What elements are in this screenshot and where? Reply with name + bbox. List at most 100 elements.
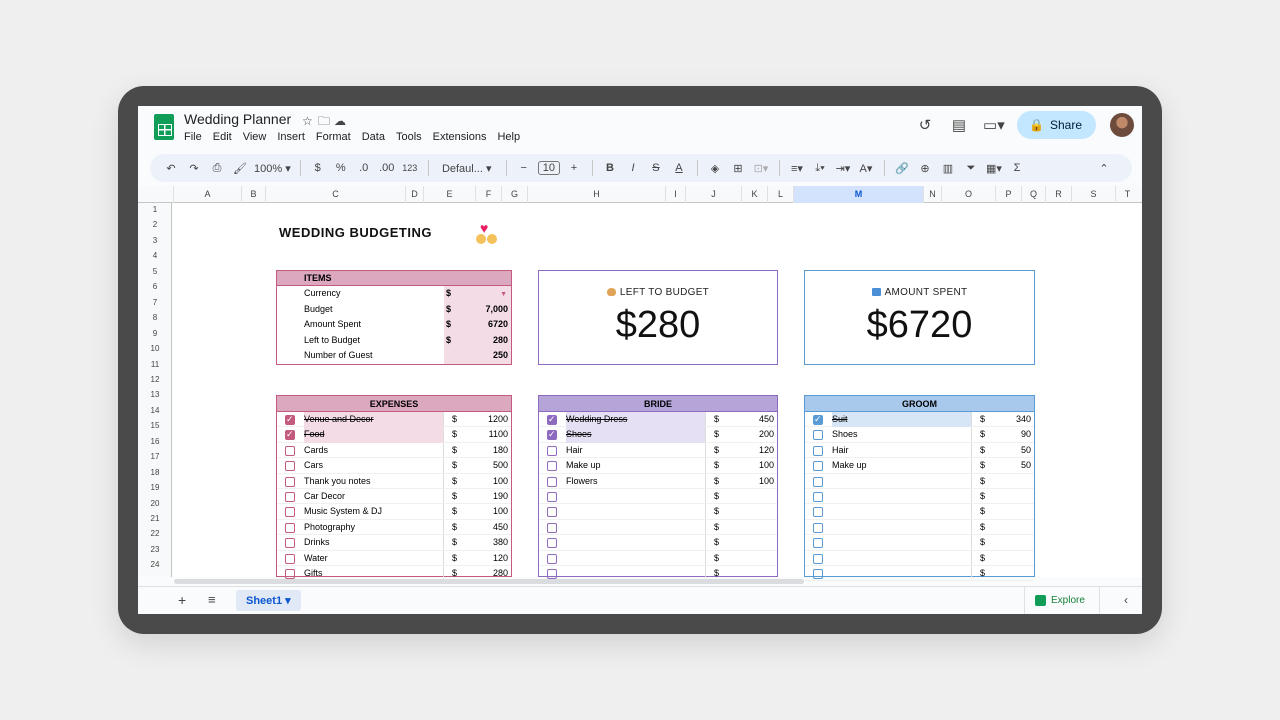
column-header-s[interactable]: S	[1071, 186, 1115, 203]
amount[interactable]: 100	[759, 458, 774, 473]
comments-icon[interactable]: ▤	[949, 116, 969, 134]
menu-item-edit[interactable]: Edit	[213, 131, 232, 143]
checkbox[interactable]	[285, 461, 295, 472]
row-header[interactable]: 14	[138, 406, 172, 415]
item-name[interactable]: Food	[304, 427, 443, 443]
item-name[interactable]: Shoes	[566, 427, 705, 443]
version-history-icon[interactable]: ↺	[915, 116, 935, 134]
row-header[interactable]: 1	[138, 205, 172, 214]
text-wrap-icon[interactable]: ⇥▾	[834, 162, 852, 175]
add-sheet-icon[interactable]: +	[178, 592, 186, 608]
amount[interactable]: 450	[759, 412, 774, 427]
side-panel-toggle-icon[interactable]: ‹	[1124, 593, 1128, 607]
item-name[interactable]	[566, 535, 705, 550]
text-rotation-icon[interactable]: A▾	[857, 162, 875, 175]
row-header[interactable]: 20	[138, 499, 172, 508]
cloud-status-icon[interactable]: ☁	[334, 114, 350, 128]
item-name[interactable]: Venue and Decor	[304, 412, 443, 428]
amount[interactable]: 190	[493, 489, 508, 504]
column-header-a[interactable]: A	[173, 186, 241, 203]
amount[interactable]: 180	[493, 443, 508, 458]
item-name[interactable]: Make up	[832, 458, 971, 473]
dropdown-arrow-icon[interactable]: ▼	[500, 287, 507, 303]
italic-icon[interactable]: I	[624, 162, 642, 174]
item-name[interactable]: Shoes	[832, 427, 971, 442]
checkbox[interactable]	[813, 412, 823, 427]
amount[interactable]: 1100	[489, 427, 508, 442]
column-header-k[interactable]: K	[741, 186, 767, 203]
item-name[interactable]: Thank you notes	[304, 474, 443, 489]
menu-item-tools[interactable]: Tools	[396, 131, 422, 143]
column-header-d[interactable]: D	[405, 186, 423, 203]
font-select[interactable]: Defaul... ▾	[437, 162, 497, 175]
item-name[interactable]: Photography	[304, 520, 443, 535]
item-value-cell[interactable]: $7,000	[444, 301, 511, 317]
row-header[interactable]: 16	[138, 437, 172, 446]
checkbox[interactable]	[813, 568, 823, 579]
amount[interactable]: 340	[1016, 412, 1031, 427]
checkbox[interactable]	[547, 491, 557, 502]
row-header[interactable]: 13	[138, 390, 172, 399]
item-name[interactable]	[566, 489, 705, 504]
all-sheets-icon[interactable]: ≡	[208, 592, 216, 607]
undo-icon[interactable]: ↶	[162, 162, 180, 175]
filter-views-icon[interactable]: ▦▾	[985, 162, 1003, 175]
checkbox[interactable]	[285, 553, 295, 564]
column-header-e[interactable]: E	[423, 186, 475, 203]
more-formats-button[interactable]: 123	[401, 163, 419, 173]
row-header[interactable]: 23	[138, 545, 172, 554]
checkbox[interactable]	[813, 522, 823, 533]
decrease-font-size-icon[interactable]: −	[515, 162, 533, 174]
item-name[interactable]: Music System & DJ	[304, 504, 443, 519]
item-name[interactable]	[832, 551, 971, 566]
percent-format-button[interactable]: %	[332, 162, 350, 174]
checkbox[interactable]	[547, 445, 557, 456]
column-header-b[interactable]: B	[241, 186, 265, 203]
column-header-j[interactable]: J	[685, 186, 741, 203]
item-name[interactable]: Cards	[304, 443, 443, 458]
item-name[interactable]: Suit	[832, 412, 971, 428]
item-value-cell[interactable]: $280	[444, 332, 511, 348]
menu-item-extensions[interactable]: Extensions	[433, 131, 487, 143]
borders-icon[interactable]: ⊞	[729, 162, 747, 175]
checkbox[interactable]	[285, 568, 295, 579]
row-header[interactable]: 12	[138, 375, 172, 384]
increase-decimal-button[interactable]: .00	[378, 162, 396, 174]
checkbox[interactable]	[813, 430, 823, 441]
item-name[interactable]	[832, 474, 971, 489]
item-name[interactable]: Cars	[304, 458, 443, 473]
row-header[interactable]: 24	[138, 560, 172, 569]
amount[interactable]: 100	[493, 474, 508, 489]
checkbox[interactable]	[285, 412, 295, 427]
sheet-grid[interactable]: WEDDING BUDGETING ♥ ITEMS Currency $ ▼ Budg…	[173, 203, 1142, 582]
menu-item-data[interactable]: Data	[362, 131, 385, 143]
row-header[interactable]: 5	[138, 267, 172, 276]
amount[interactable]: 50	[1021, 458, 1031, 473]
checkbox[interactable]	[285, 522, 295, 533]
filter-icon[interactable]: ⏷	[962, 162, 980, 175]
item-name[interactable]: Drinks	[304, 535, 443, 550]
vertical-align-icon[interactable]: ⤓▾	[811, 162, 829, 175]
star-icon[interactable]: ☆	[302, 114, 318, 128]
share-button[interactable]: 🔒 Share	[1017, 111, 1096, 139]
row-header[interactable]: 19	[138, 483, 172, 492]
amount[interactable]: 200	[759, 427, 774, 442]
checkbox[interactable]	[813, 461, 823, 472]
item-name[interactable]: Wedding Dress	[566, 412, 705, 428]
row-header[interactable]: 21	[138, 514, 172, 523]
column-header-p[interactable]: P	[995, 186, 1021, 203]
row-header[interactable]: 2	[138, 220, 172, 229]
checkbox[interactable]	[813, 491, 823, 502]
explore-button[interactable]: Explore	[1024, 587, 1100, 614]
row-header[interactable]: 4	[138, 251, 172, 260]
checkbox[interactable]	[547, 507, 557, 518]
checkbox[interactable]	[547, 412, 557, 427]
column-header-n[interactable]: N	[923, 186, 941, 203]
amount[interactable]: 120	[759, 443, 774, 458]
checkbox[interactable]	[813, 476, 823, 487]
column-header-g[interactable]: G	[501, 186, 527, 203]
menu-item-insert[interactable]: Insert	[277, 131, 305, 143]
currency-format-button[interactable]: $	[309, 162, 327, 174]
avatar[interactable]	[1110, 113, 1134, 137]
amount[interactable]: 1200	[488, 412, 508, 427]
